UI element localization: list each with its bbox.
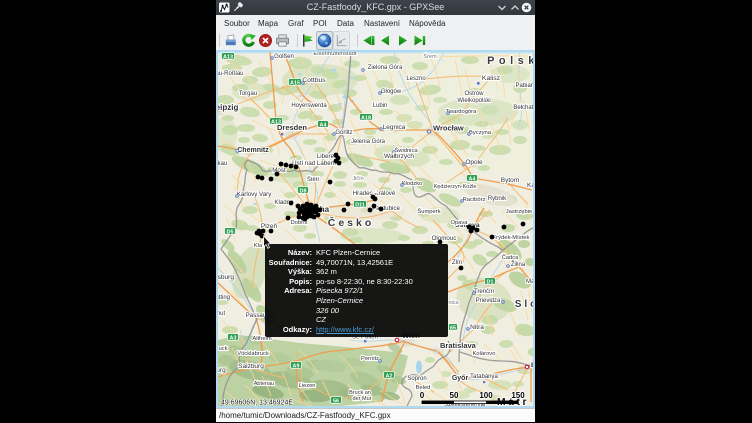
svg-text:Wałbrzych: Wałbrzych — [384, 153, 414, 160]
svg-text:Eisenhüttenstadt: Eisenhüttenstadt — [313, 52, 357, 57]
svg-text:Bełcható: Bełcható — [513, 105, 533, 111]
svg-text:Hoyerswerda: Hoyerswerda — [291, 103, 327, 109]
svg-text:65: 65 — [450, 325, 456, 331]
svg-text:Abtenau: Abtenau — [254, 381, 275, 387]
svg-text:Trenčín: Trenčín — [474, 289, 494, 295]
svg-text:ckau: ckau — [218, 161, 227, 167]
svg-text:Ostrów: Ostrów — [464, 91, 484, 97]
svg-text:nsburg: nsburg — [218, 274, 234, 281]
svg-text:B: B — [531, 362, 533, 369]
svg-text:Štětí: Štětí — [307, 176, 319, 183]
svg-text:Olomouc: Olomouc — [432, 235, 457, 242]
svg-text:Česko: Česko — [328, 216, 375, 229]
svg-text:A18: A18 — [361, 115, 371, 121]
svg-text:latting: latting — [218, 295, 230, 301]
svg-text:A13: A13 — [223, 54, 233, 60]
svg-text:Šumperk: Šumperk — [417, 208, 440, 215]
svg-text:Passau: Passau — [246, 312, 267, 319]
svg-text:50: 50 — [450, 391, 459, 400]
svg-text:Chemnitz: Chemnitz — [237, 147, 269, 154]
svg-text:Tatabánya: Tatabánya — [470, 374, 498, 380]
svg-text:Prievidza: Prievidza — [476, 298, 501, 304]
svg-text:Polsk: Polsk — [487, 55, 533, 67]
svg-text:A4: A4 — [469, 176, 476, 182]
svg-text:Jelenia Góra: Jelenia Góra — [351, 139, 386, 145]
svg-text:Bytom: Bytom — [501, 177, 519, 184]
svg-text:D8: D8 — [300, 188, 307, 194]
svg-text:Žilina: Žilina — [511, 260, 526, 268]
svg-text:Kłodzko: Kłodzko — [402, 181, 423, 187]
svg-text:Kalisz: Kalisz — [482, 75, 501, 82]
svg-text:sau-Roßlau: sau-Roßlau — [218, 71, 244, 77]
svg-text:Opava: Opava — [450, 220, 468, 226]
svg-text:150: 150 — [511, 391, 525, 400]
svg-text:Rybnik: Rybnik — [488, 196, 507, 202]
svg-text:Byczyna: Byczyna — [469, 130, 492, 136]
svg-text:Legnica: Legnica — [383, 124, 406, 131]
svg-text:Cottbus: Cottbus — [302, 77, 326, 84]
svg-text:0: 0 — [420, 391, 425, 400]
svg-text:D1: D1 — [487, 279, 494, 285]
svg-text:D5: D5 — [227, 229, 234, 235]
svg-text:Görlitz: Görlitz — [335, 130, 352, 136]
svg-text:Frýdek-Místek: Frýdek-Místek — [493, 235, 530, 241]
svg-text:Karlovy Vary: Karlovy Vary — [237, 191, 273, 198]
svg-text:Salzburg: Salzburg — [238, 363, 264, 370]
svg-text:Zielona Góra: Zielona Góra — [368, 65, 403, 71]
svg-text:56: 56 — [333, 398, 339, 404]
svg-text:D11: D11 — [355, 202, 365, 208]
svg-text:A3: A3 — [230, 335, 237, 341]
svg-text:urg: urg — [218, 367, 226, 374]
svg-text:Čadca: Čadca — [502, 254, 520, 261]
svg-text:Wrocław: Wrocław — [433, 124, 464, 133]
svg-text:Kędzierzyn-Koźle: Kędzierzyn-Koźle — [434, 184, 477, 190]
svg-text:Kolárovo: Kolárovo — [473, 351, 496, 357]
svg-text:100: 100 — [479, 391, 493, 400]
svg-text:A15: A15 — [290, 80, 300, 86]
svg-text:Racibórz: Racibórz — [463, 197, 486, 203]
svg-text:A2: A2 — [386, 373, 393, 379]
svg-text:A4: A4 — [320, 122, 327, 128]
svg-text:49,69606N, 13,46924E: 49,69606N, 13,46924E — [221, 400, 293, 407]
svg-text:Vöcklabruck: Vöcklabruck — [237, 351, 269, 357]
svg-text:Pernitz: Pernitz — [361, 356, 379, 362]
svg-text:Nitra: Nitra — [470, 324, 484, 331]
svg-text:der Mur: der Mur — [353, 396, 372, 402]
svg-text:ruck: ruck — [218, 346, 228, 352]
svg-text:Leszno: Leszno — [406, 76, 426, 82]
svg-text:Ústí nad Labem: Ústí nad Labem — [292, 160, 336, 167]
svg-text:Torgau: Torgau — [239, 91, 257, 97]
svg-text:Zlín: Zlín — [452, 259, 463, 266]
svg-text:Śrem: Śrem — [423, 52, 437, 60]
svg-text:Głogów: Głogów — [381, 89, 402, 95]
svg-text:Wielkopolski: Wielkopolski — [457, 98, 490, 104]
svg-text:Jastrzębie: Jastrzębie — [506, 209, 532, 215]
svg-text:Bratislava: Bratislava — [440, 341, 477, 350]
svg-text:Dresden: Dresden — [277, 123, 307, 132]
svg-text:Lubin: Lubin — [373, 103, 388, 109]
svg-text:Jičín: Jičín — [352, 176, 363, 182]
svg-text:Ka: Ka — [527, 182, 533, 189]
svg-text:Liezen: Liezen — [298, 383, 315, 389]
svg-text:Mart: Mart — [526, 279, 533, 285]
svg-text:Opole: Opole — [465, 159, 483, 166]
svg-text:Pabianic: Pabianic — [515, 83, 533, 89]
svg-text:hut: hut — [218, 311, 226, 317]
svg-text:eipzig: eipzig — [218, 103, 238, 112]
svg-text:A9: A9 — [293, 363, 300, 369]
svg-text:Győr: Győr — [452, 375, 469, 382]
svg-text:Slo: Slo — [515, 299, 533, 310]
svg-text:Twardogóra: Twardogóra — [446, 109, 477, 115]
svg-text:Golßen: Golßen — [274, 54, 294, 60]
svg-text:Sopron: Sopron — [407, 376, 426, 382]
